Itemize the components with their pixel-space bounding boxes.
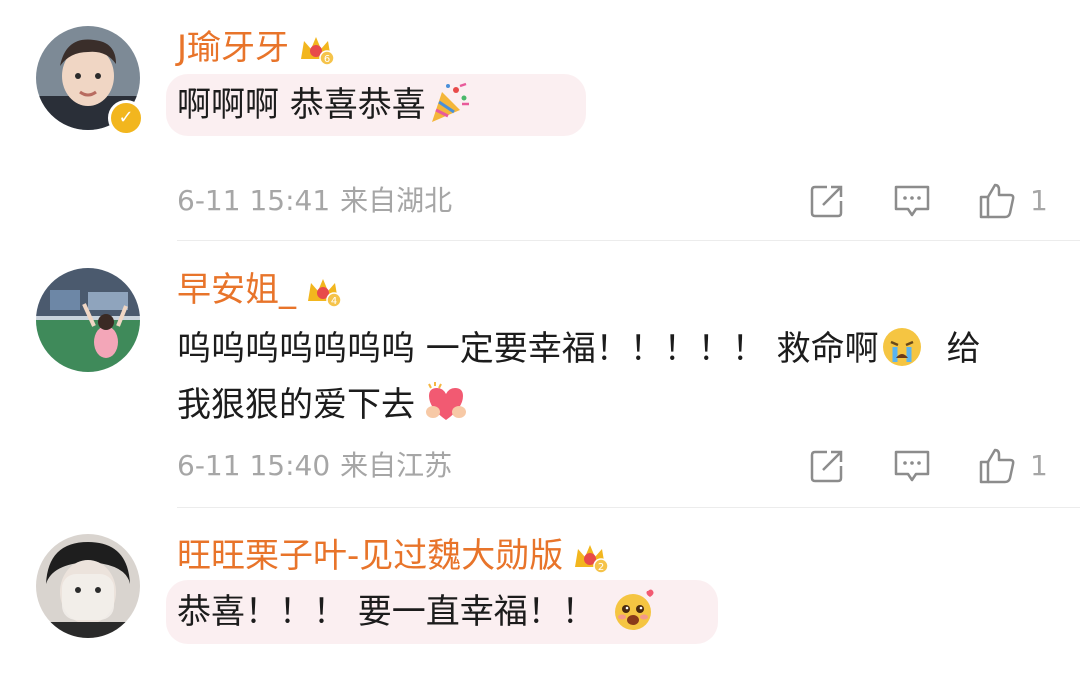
crown-level-icon: 2 — [575, 545, 610, 574]
comment-text-line2: 我狠狠的爱下去 — [177, 385, 415, 425]
avatar[interactable] — [36, 534, 140, 638]
comment-text: 恭喜！！！ 要一直幸福！！ — [177, 584, 656, 640]
crying-face-icon — [882, 327, 921, 366]
crown-level: 4 — [331, 296, 337, 307]
comment-location: 来自湖北 — [340, 184, 453, 217]
like-count: 1 — [1030, 449, 1048, 482]
comment-item: 旺旺栗子叶-见过魏大勋版 2 恭喜！！！ 要一直幸福！！ — [0, 508, 1080, 676]
share-icon[interactable] — [807, 181, 847, 221]
crown-level: 6 — [324, 54, 330, 65]
comment-icon[interactable] — [892, 181, 932, 221]
comment-item: 早安姐_ 4 呜呜呜呜呜呜呜 一定要幸福！！！！！ 救命啊 给 我狠狠的爱下去 … — [0, 241, 1080, 508]
crown-level-icon: 6 — [301, 37, 335, 66]
comment-time: 6-11 15:41 — [177, 184, 331, 217]
comment-meta: 6-11 15:41 来自湖北 — [177, 181, 452, 221]
comment-location: 来自江苏 — [340, 449, 453, 482]
comment-time: 6-11 15:40 — [177, 449, 331, 482]
party-popper-icon — [431, 82, 469, 122]
comment-text-line1-tail: 给 — [946, 329, 981, 369]
username[interactable]: J瑜牙牙 — [177, 26, 289, 70]
comment-text-line1: 呜呜呜呜呜呜呜 一定要幸福！！！！！ 救命啊 — [177, 329, 879, 369]
like-icon[interactable] — [977, 181, 1017, 221]
username[interactable]: 旺旺栗子叶-见过魏大勋版 — [177, 534, 563, 578]
comment-icon[interactable] — [892, 446, 932, 486]
avatar[interactable] — [36, 268, 140, 372]
comment-text-body: 啊啊啊 恭喜恭喜 — [177, 85, 426, 125]
verified-badge-icon: ✓ — [108, 100, 144, 136]
comment-text-continued: 我狠狠的爱下去 — [177, 377, 469, 433]
like-count: 1 — [1030, 184, 1048, 217]
smiling-face-with-hearts-icon — [614, 589, 654, 630]
comment-text-body: 恭喜！！！ 要一直幸福！！ — [177, 592, 596, 632]
comment-item: ✓ J瑜牙牙 6 啊啊啊 恭喜恭喜 6-11 15:41 来自湖北 1 — [0, 0, 1080, 241]
comment-text: 啊啊啊 恭喜恭喜 — [177, 77, 472, 133]
crown-level-icon: 4 — [308, 279, 342, 308]
comment-text: 呜呜呜呜呜呜呜 一定要幸福！！！！！ 救命啊 给 — [177, 321, 981, 377]
like-icon[interactable] — [977, 446, 1017, 486]
username[interactable]: 早安姐_ — [177, 268, 296, 312]
comment-meta: 6-11 15:40 来自江苏 — [177, 446, 452, 486]
share-icon[interactable] — [807, 446, 847, 486]
crown-level: 2 — [598, 562, 604, 573]
heart-hands-icon — [426, 381, 466, 420]
